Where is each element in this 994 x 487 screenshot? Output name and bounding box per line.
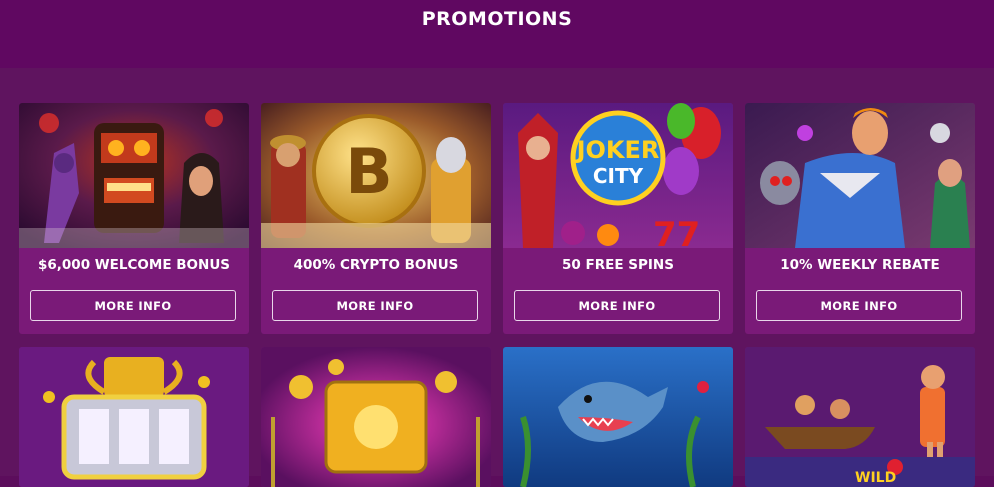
promo-card-welcome-bonus: $6,000 WELCOME BONUS MORE INFO [19, 103, 249, 334]
more-info-button[interactable]: MORE INFO [272, 290, 478, 321]
promotions-grid: $6,000 WELCOME BONUS MORE INFO B 400% CR… [0, 68, 994, 487]
promo-card-free-spins: JOKER CITY 77 50 FREE SPINS MORE INFO [503, 103, 733, 334]
shark-icon [503, 347, 733, 487]
more-info-button[interactable]: MORE INFO [514, 290, 720, 321]
trophy-slot-icon [19, 347, 249, 487]
bitcoin-icon: B [261, 103, 491, 248]
promo-title: 50 FREE SPINS [562, 257, 674, 273]
superhero-icon [745, 103, 975, 248]
svg-text:77: 77 [653, 215, 700, 248]
promo-title: 10% WEEKLY REBATE [780, 257, 940, 273]
promo-card-weekly-rebate: 10% WEEKLY REBATE MORE INFO [745, 103, 975, 334]
page-header: PROMOTIONS [0, 0, 994, 68]
promo-title: $6,000 WELCOME BONUS [38, 257, 230, 273]
promo-card-shark[interactable] [503, 347, 733, 487]
svg-text:B: B [345, 135, 392, 208]
page-title: PROMOTIONS [421, 8, 573, 30]
more-info-button[interactable]: MORE INFO [30, 290, 236, 321]
promo-card-gold-coins[interactable] [261, 347, 491, 487]
joker-city-icon: JOKER CITY 77 [503, 103, 733, 248]
svg-text:JOKER: JOKER [575, 136, 660, 164]
tiki-mask-icon [19, 103, 249, 248]
promo-card-fishing[interactable]: WILD [745, 347, 975, 487]
gold-coins-slot-icon [261, 347, 491, 487]
promo-card-crypto-bonus: B 400% CRYPTO BONUS MORE INFO [261, 103, 491, 334]
svg-text:WILD: WILD [855, 470, 896, 486]
svg-text:CITY: CITY [593, 164, 644, 188]
promo-title: 400% CRYPTO BONUS [293, 257, 459, 273]
more-info-button[interactable]: MORE INFO [756, 290, 962, 321]
fishing-boat-icon: WILD [745, 347, 975, 487]
promo-card-trophy-slot[interactable] [19, 347, 249, 487]
